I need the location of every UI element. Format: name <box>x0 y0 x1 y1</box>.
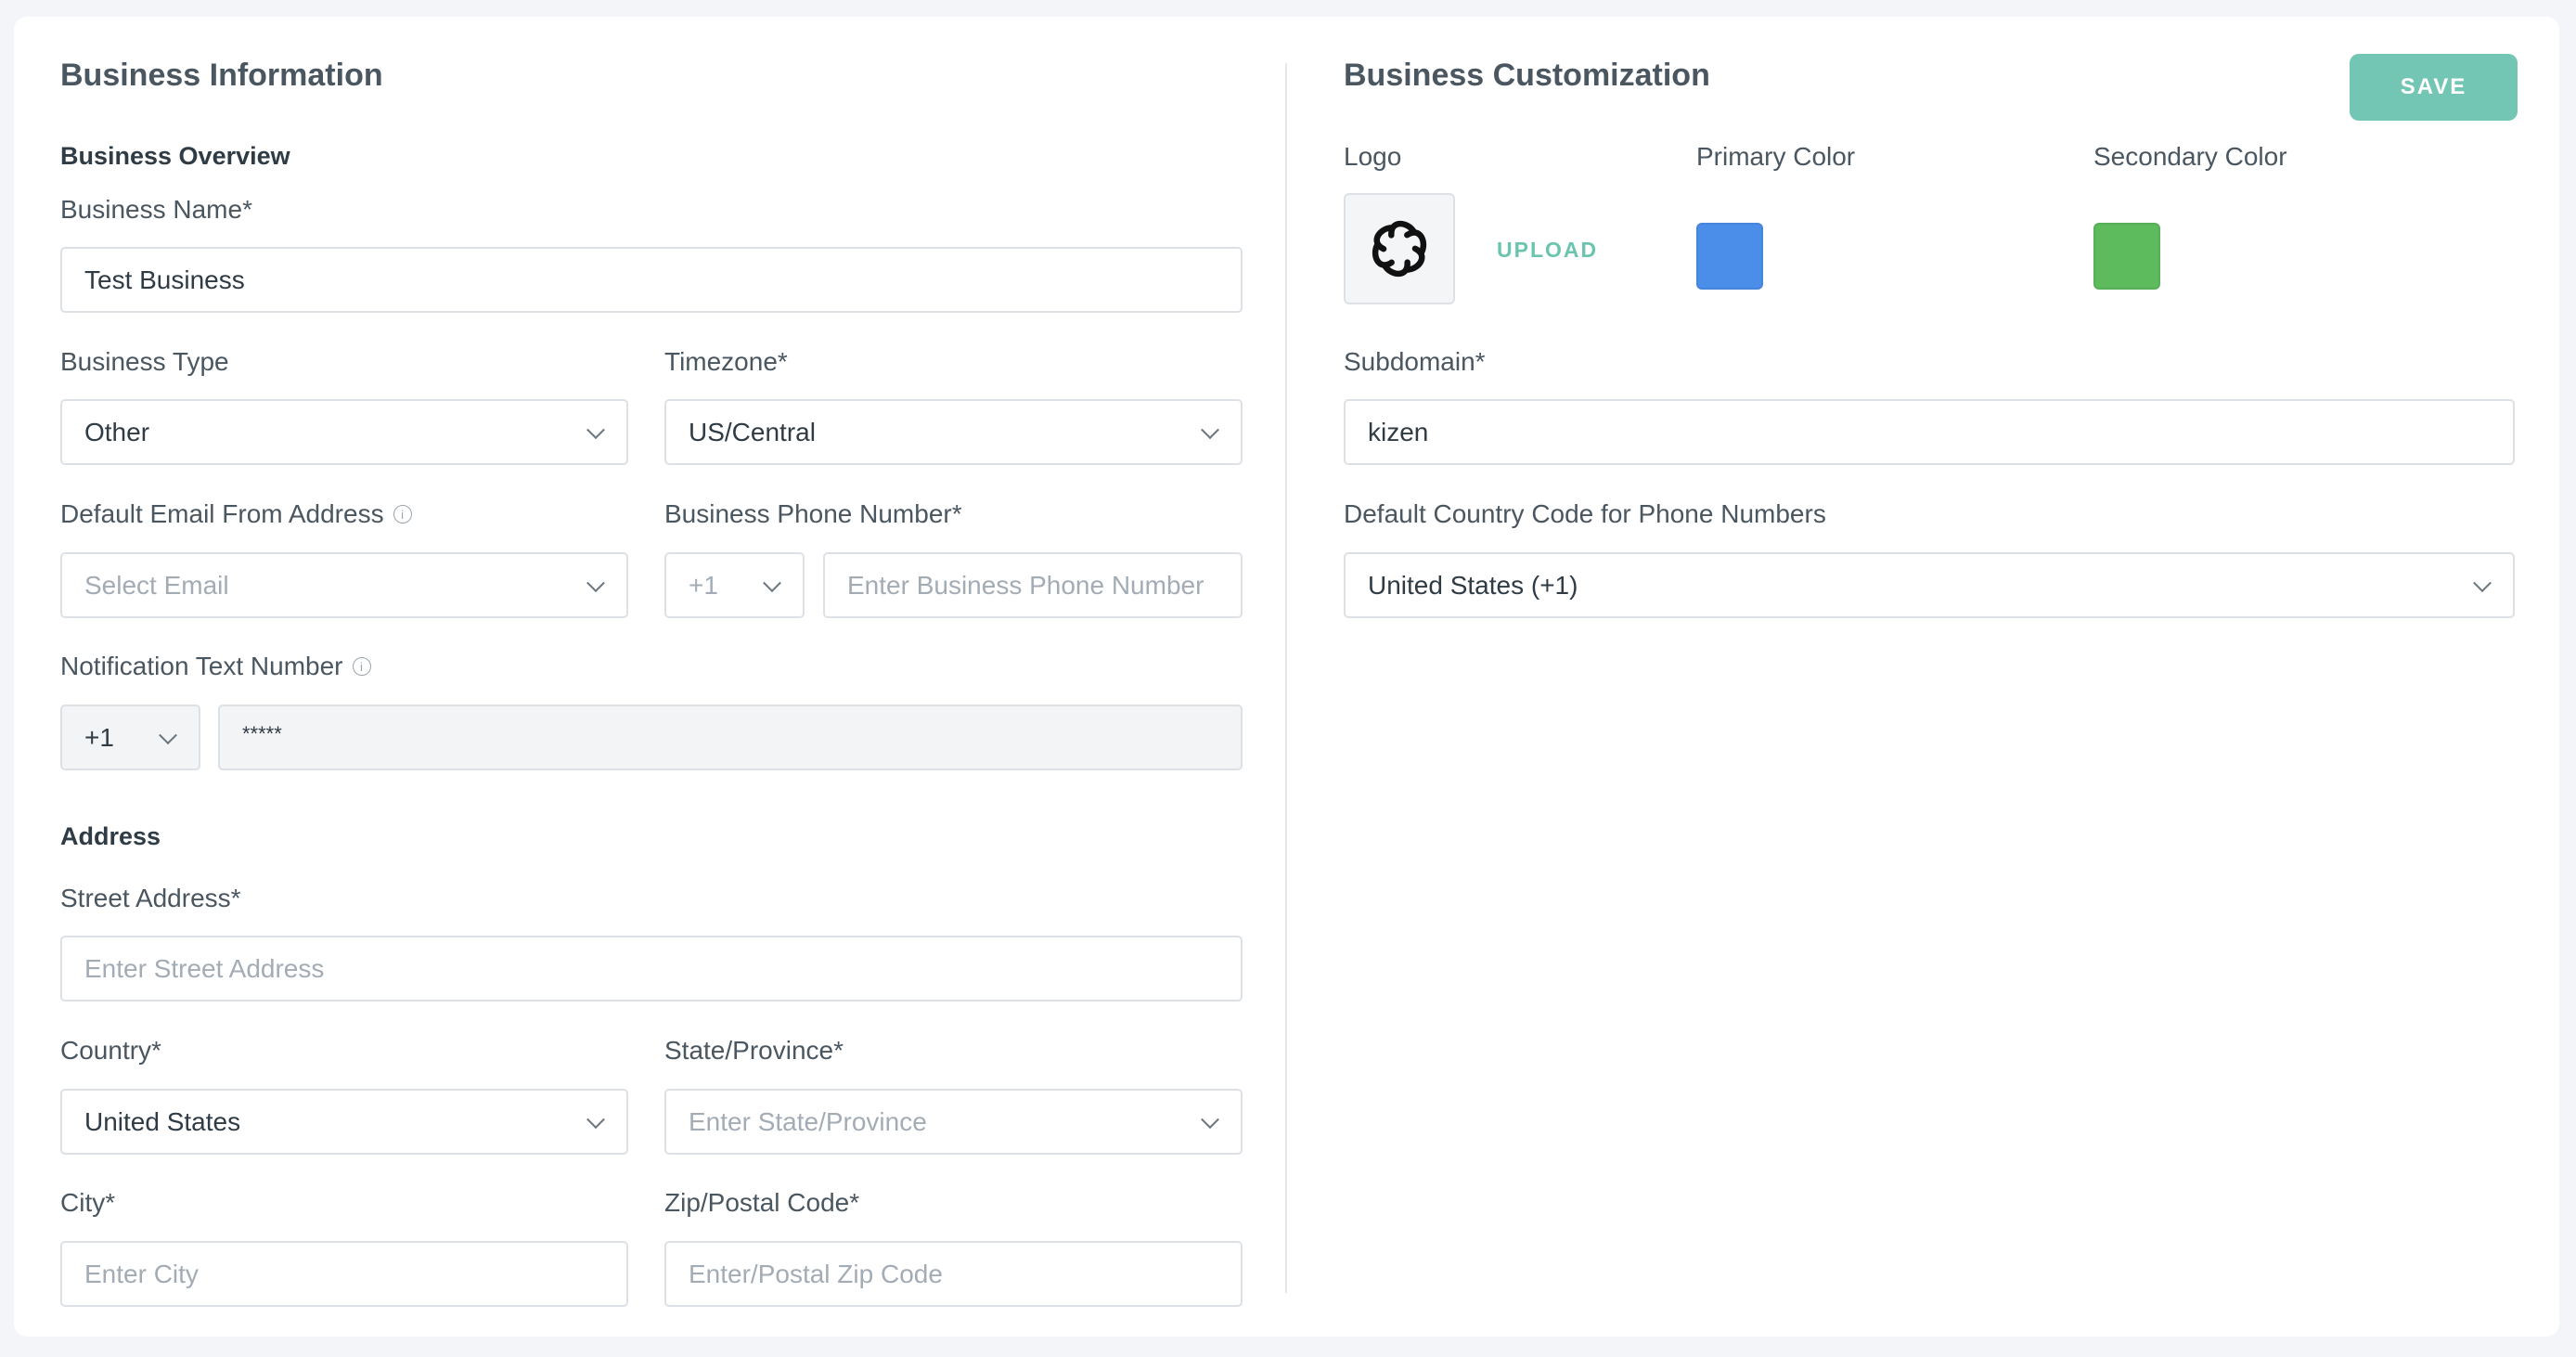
business-customization-title: Business Customization <box>1344 58 1710 93</box>
notification-text-value: ***** <box>242 721 282 745</box>
chevron-down-icon <box>586 420 605 439</box>
state-placeholder: Enter State/Province <box>689 1106 927 1136</box>
info-icon[interactable]: i <box>393 505 412 523</box>
business-name-value: Test Business <box>84 265 245 294</box>
secondary-color-swatch[interactable] <box>2093 223 2160 290</box>
address-heading: Address <box>60 822 161 850</box>
default-country-code-label: Default Country Code for Phone Numbers <box>1344 499 1826 528</box>
country-value: United States <box>84 1106 241 1136</box>
city-placeholder: Enter City <box>84 1259 199 1288</box>
state-label: State/Province* <box>664 1036 844 1065</box>
business-information-section: Business Information Business Overview B… <box>60 17 1243 1337</box>
default-country-code-value: United States (+1) <box>1368 570 1578 600</box>
chevron-down-icon <box>159 725 177 744</box>
logo-label: Logo <box>1344 142 1402 171</box>
business-type-value: Other <box>84 417 150 446</box>
chevron-down-icon <box>1201 420 1219 439</box>
business-type-select[interactable]: Other <box>60 399 628 465</box>
business-phone-input[interactable]: Enter Business Phone Number <box>823 552 1243 618</box>
business-customization-section: Business Customization SAVE Logo UPLOAD … <box>1344 17 2545 1337</box>
notification-country-code-select[interactable]: +1 <box>60 704 200 770</box>
subdomain-label: Subdomain* <box>1344 347 1486 376</box>
default-email-label-text: Default Email From Address <box>60 499 384 528</box>
business-phone-country-code: +1 <box>689 570 718 600</box>
business-name-input[interactable]: Test Business <box>60 247 1243 313</box>
business-type-label: Business Type <box>60 347 229 376</box>
subdomain-value: kizen <box>1368 417 1429 446</box>
notification-text-input: ***** <box>218 704 1243 770</box>
notification-country-code: +1 <box>84 722 114 752</box>
notification-text-label: Notification Text Number i <box>60 652 371 681</box>
notification-text-label-text: Notification Text Number <box>60 652 343 680</box>
street-address-label: Street Address* <box>60 884 241 912</box>
city-label: City* <box>60 1188 116 1217</box>
zip-placeholder: Enter/Postal Zip Code <box>689 1259 943 1288</box>
default-email-label: Default Email From Address i <box>60 499 412 529</box>
secondary-color-label: Secondary Color <box>2093 142 2287 171</box>
business-information-title: Business Information <box>60 58 383 93</box>
column-divider <box>1285 63 1287 1293</box>
business-name-label: Business Name* <box>60 195 252 224</box>
default-email-select[interactable]: Select Email <box>60 552 628 618</box>
timezone-value: US/Central <box>689 417 816 446</box>
upload-logo-button[interactable]: UPLOAD <box>1497 238 1598 263</box>
save-button[interactable]: SAVE <box>2350 54 2518 121</box>
city-input[interactable]: Enter City <box>60 1241 628 1307</box>
business-logo-icon <box>1372 220 1427 278</box>
chevron-down-icon <box>586 1109 605 1129</box>
business-settings-card: Business Information Business Overview B… <box>14 17 2559 1337</box>
business-phone-country-code-select[interactable]: +1 <box>664 552 805 618</box>
info-icon[interactable]: i <box>352 657 371 676</box>
logo-preview <box>1344 193 1455 304</box>
country-select[interactable]: United States <box>60 1089 628 1155</box>
business-phone-placeholder: Enter Business Phone Number <box>847 570 1204 600</box>
primary-color-label: Primary Color <box>1696 142 1856 171</box>
subdomain-input[interactable]: kizen <box>1344 399 2515 465</box>
timezone-label: Timezone* <box>664 347 788 376</box>
chevron-down-icon <box>1201 1109 1219 1129</box>
street-address-input[interactable]: Enter Street Address <box>60 936 1243 1002</box>
chevron-down-icon <box>586 573 605 592</box>
default-country-code-select[interactable]: United States (+1) <box>1344 552 2515 618</box>
zip-label: Zip/Postal Code* <box>664 1188 860 1217</box>
country-label: Country* <box>60 1036 161 1065</box>
business-overview-heading: Business Overview <box>60 142 290 170</box>
chevron-down-icon <box>2473 573 2492 592</box>
business-phone-label: Business Phone Number* <box>664 499 962 528</box>
chevron-down-icon <box>763 573 781 592</box>
street-address-placeholder: Enter Street Address <box>84 953 325 983</box>
timezone-select[interactable]: US/Central <box>664 399 1243 465</box>
zip-input[interactable]: Enter/Postal Zip Code <box>664 1241 1243 1307</box>
primary-color-swatch[interactable] <box>1696 223 1763 290</box>
state-select[interactable]: Enter State/Province <box>664 1089 1243 1155</box>
default-email-placeholder: Select Email <box>84 570 229 600</box>
